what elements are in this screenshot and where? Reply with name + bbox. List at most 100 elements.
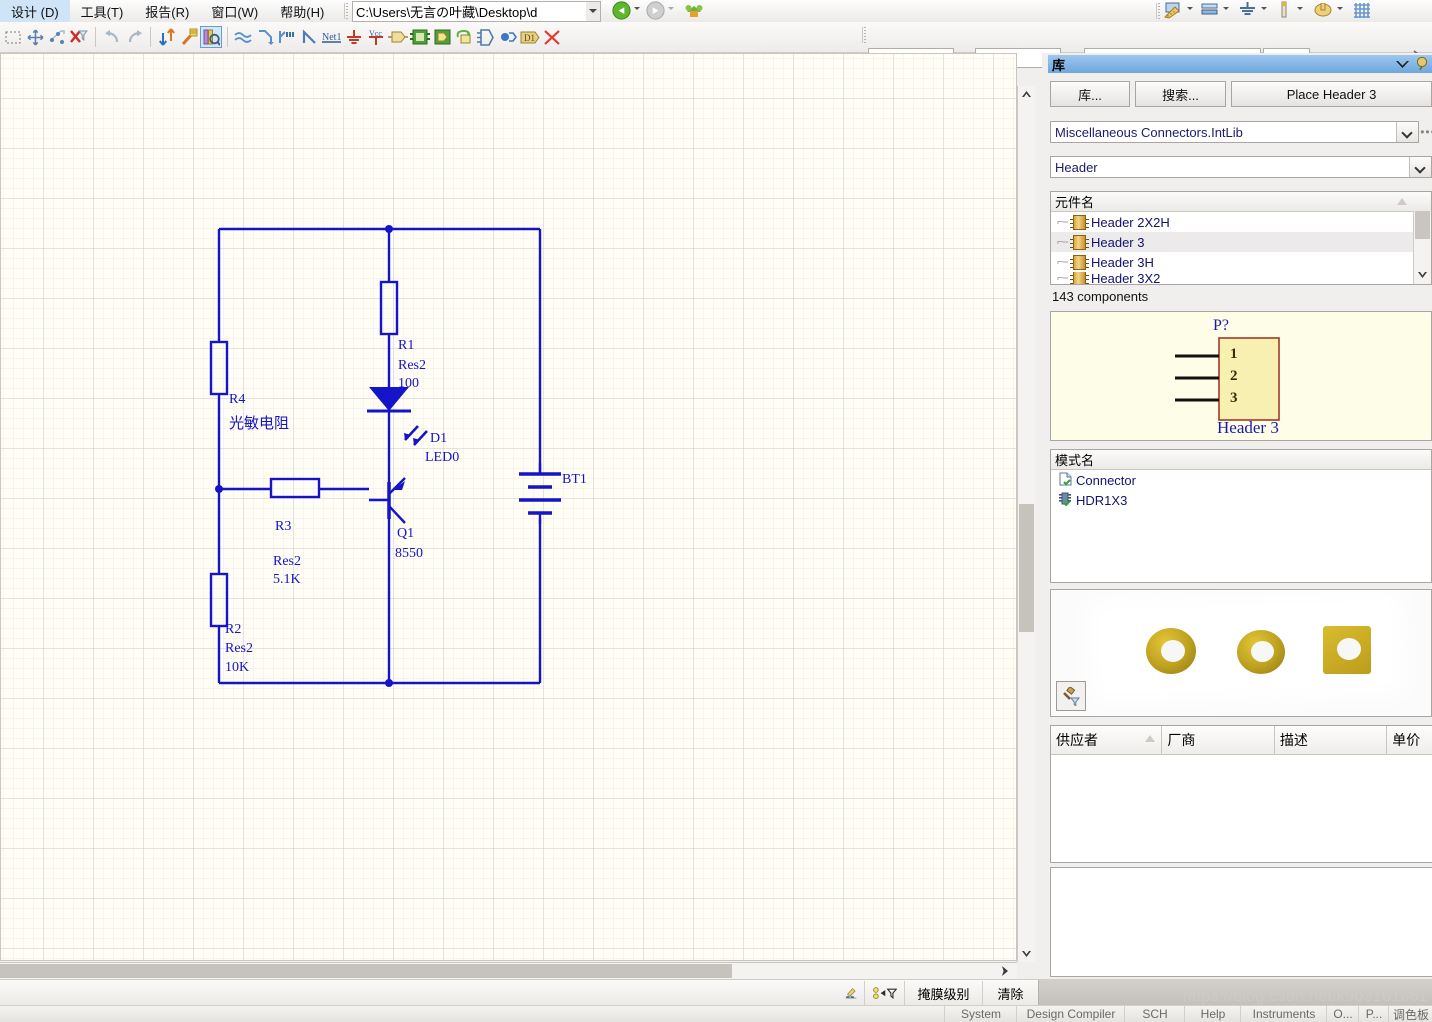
- port-icon[interactable]: D1: [519, 26, 541, 48]
- component-list-header[interactable]: 元件名: [1051, 192, 1431, 212]
- menu-item-design[interactable]: 设计 (D): [0, 0, 70, 23]
- schematic-canvas[interactable]: R4 光敏电阻 R1 Res2 100 D1 LED0 R3 Res2 5.1K…: [0, 53, 1017, 961]
- file-path-field[interactable]: C:\Users\无言の叶藏\Desktop\d: [352, 1, 594, 22]
- menu-item-tools[interactable]: 工具(T): [70, 0, 135, 23]
- netlabel-text-icon[interactable]: Net1: [321, 26, 343, 48]
- vertical-scroll-thumb[interactable]: [1019, 504, 1034, 632]
- grid-icon[interactable]: [1352, 2, 1372, 22]
- wand-icon[interactable]: [178, 26, 200, 48]
- menu-item-reports[interactable]: 报告(R): [134, 0, 200, 23]
- sheet-entry-icon[interactable]: [431, 26, 453, 48]
- clear-filter-icon[interactable]: [68, 26, 90, 48]
- nav-forward-button[interactable]: [646, 1, 665, 23]
- bottom-tab-palette[interactable]: 调色板: [1388, 1006, 1432, 1022]
- mask-level-button[interactable]: 掩膜级别: [904, 981, 982, 1005]
- list-item[interactable]: ⌐-- Header 3H: [1051, 252, 1431, 272]
- bottom-tab-help[interactable]: Help: [1184, 1006, 1241, 1022]
- up-down-arrows-icon[interactable]: [156, 26, 178, 48]
- clear-button[interactable]: 清除: [982, 981, 1038, 1005]
- bottom-tab-sch[interactable]: SCH: [1124, 1006, 1185, 1022]
- library-detail-pane[interactable]: [1050, 867, 1432, 977]
- net-label-icon[interactable]: [299, 26, 321, 48]
- library-select[interactable]: Miscellaneous Connectors.IntLib: [1050, 121, 1419, 143]
- pad-dropdown[interactable]: [1337, 7, 1343, 10]
- board-layer-dropdown[interactable]: [1223, 7, 1229, 10]
- undo-icon[interactable]: [101, 26, 123, 48]
- component-list-scrollbar[interactable]: [1413, 211, 1431, 284]
- scroll-down-button[interactable]: [1018, 945, 1035, 962]
- panel-pin-icon[interactable]: [1415, 56, 1429, 73]
- list-item[interactable]: HDR1X3: [1051, 490, 1431, 510]
- supplier-table[interactable]: 供应者 厂商 描述 单价: [1050, 725, 1432, 863]
- filter-select-chevron[interactable]: [1409, 157, 1431, 177]
- menu-item-help[interactable]: 帮助(H): [269, 0, 335, 23]
- vcc-power-icon[interactable]: Vcc: [365, 26, 387, 48]
- bus-icon[interactable]: [255, 26, 277, 48]
- bottom-tab-design-compiler[interactable]: Design Compiler: [1016, 1006, 1125, 1022]
- supplier-column-unitprice[interactable]: 单价: [1387, 726, 1432, 754]
- file-path-dropdown[interactable]: [586, 1, 601, 22]
- via-dropdown[interactable]: [1297, 7, 1303, 10]
- libraries-button[interactable]: 库...: [1050, 81, 1130, 107]
- bus-entry-icon[interactable]: [277, 26, 299, 48]
- place-component-button[interactable]: Place Header 3: [1231, 81, 1432, 107]
- supplier-column-supplier[interactable]: 供应者: [1051, 726, 1163, 754]
- supplier-column-description[interactable]: 描述: [1275, 726, 1388, 754]
- wire-icon[interactable]: [233, 26, 255, 48]
- bottom-tab-instruments[interactable]: Instruments: [1240, 1006, 1327, 1022]
- horizontal-scroll-thumb[interactable]: [0, 964, 732, 978]
- gnd-plane-dropdown[interactable]: [1261, 7, 1267, 10]
- move-icon[interactable]: [24, 26, 46, 48]
- mask-filter-icon[interactable]: [864, 981, 904, 1005]
- harness-connector-icon[interactable]: [475, 26, 497, 48]
- scroll-down-icon[interactable]: [1418, 267, 1427, 281]
- align-icon[interactable]: [46, 26, 68, 48]
- library-options-button[interactable]: •••: [1420, 123, 1432, 141]
- nav-back-dropdown[interactable]: [634, 7, 640, 10]
- measure-dropdown[interactable]: [1187, 7, 1193, 10]
- scroll-up-button[interactable]: [1018, 86, 1035, 103]
- combo-toolbar-grip[interactable]: [862, 27, 870, 43]
- highlight-pen-icon[interactable]: [838, 981, 864, 1005]
- browse-library-icon[interactable]: [200, 26, 222, 48]
- pad-icon[interactable]: [1313, 2, 1333, 20]
- no-erc-icon[interactable]: [541, 26, 563, 48]
- scroll-right-button[interactable]: [995, 963, 1015, 979]
- search-button[interactable]: 搜索...: [1135, 81, 1226, 107]
- toolbar-grip[interactable]: [344, 3, 352, 19]
- right-toolbar-grip[interactable]: [1156, 3, 1164, 19]
- 3d-view-options-button[interactable]: [1056, 681, 1086, 711]
- canvas-vertical-scrollbar[interactable]: [1017, 86, 1035, 962]
- list-item[interactable]: Connector: [1051, 470, 1431, 490]
- list-item[interactable]: ⌐-- Header 3: [1051, 232, 1431, 252]
- component-filter-select[interactable]: Header: [1050, 156, 1432, 178]
- nav-back-button[interactable]: [612, 1, 631, 23]
- sheet-symbol-icon[interactable]: [409, 26, 431, 48]
- board-layer-icon[interactable]: [1200, 2, 1219, 21]
- measure-icon[interactable]: [1164, 1, 1183, 22]
- library-select-chevron[interactable]: [1396, 122, 1418, 142]
- home-icon[interactable]: [684, 1, 704, 23]
- canvas-horizontal-scrollbar[interactable]: [0, 962, 1017, 979]
- gnd-plane-icon[interactable]: [1238, 1, 1257, 22]
- model-list[interactable]: 模式名 Connector HDR1X3: [1050, 449, 1432, 583]
- select-area-icon[interactable]: [2, 26, 24, 48]
- component-list-scroll-thumb[interactable]: [1415, 211, 1430, 239]
- nav-forward-dropdown[interactable]: [668, 7, 674, 10]
- redo-icon[interactable]: [123, 26, 145, 48]
- list-item[interactable]: ⌐-- Header 3X2: [1051, 272, 1431, 284]
- supplier-column-manufacturer[interactable]: 厂商: [1162, 726, 1275, 754]
- part-icon[interactable]: [387, 26, 409, 48]
- bottom-tab-o[interactable]: O...: [1326, 1006, 1359, 1022]
- list-item[interactable]: ⌐-- Header 2X2H: [1051, 212, 1431, 232]
- via-icon[interactable]: [1278, 1, 1290, 22]
- bottom-tab-system[interactable]: System: [944, 1006, 1017, 1022]
- menu-item-window[interactable]: 窗口(W): [200, 0, 269, 23]
- panel-collapse-icon[interactable]: [1396, 58, 1409, 72]
- harness-entry-icon[interactable]: [497, 26, 519, 48]
- device-sheet-icon[interactable]: [453, 26, 475, 48]
- gnd-power-icon[interactable]: [343, 26, 365, 48]
- bottom-tab-p[interactable]: P...: [1358, 1006, 1389, 1022]
- component-list[interactable]: 元件名 ⌐-- Header 2X2H ⌐-- Header 3 ⌐-- Hea…: [1050, 191, 1432, 285]
- footprint-3d-preview[interactable]: [1050, 589, 1432, 717]
